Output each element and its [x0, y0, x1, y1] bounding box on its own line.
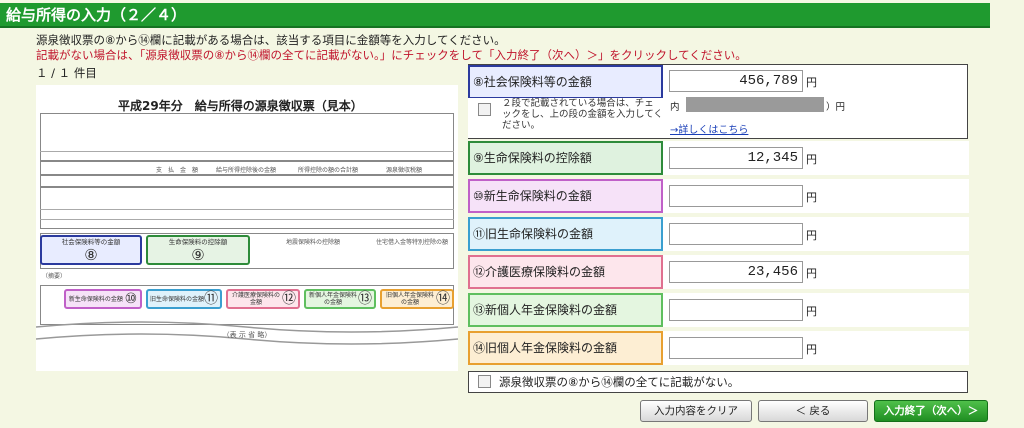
- amount-input-13[interactable]: [669, 299, 803, 321]
- amount-input-11[interactable]: [669, 223, 803, 245]
- sample-box-number: ⑬: [358, 291, 372, 307]
- sample-box-label: 社会保険料等の金額: [61, 238, 121, 246]
- sample-box-number: ⑩: [124, 291, 138, 307]
- sample-box-number: ⑨: [191, 246, 205, 264]
- instruction-text: 源泉徴収票の⑧から⑭欄に記載がある場合は、該当する項目に金額等を入力してください…: [36, 33, 506, 47]
- two-tier-label: ２段で記載されている場合は、チェックをし、上の段の金額を入力してください。: [502, 98, 663, 131]
- amount-input-14[interactable]: [669, 337, 803, 359]
- sample-label-jishin: 地震保険料の控除額: [286, 239, 341, 246]
- back-button[interactable]: ＜ 戻る: [758, 400, 868, 422]
- row-label-11: ⑪旧生命保険料の金額: [468, 217, 663, 251]
- sample-box-label: 新生命保険料の金額: [68, 295, 123, 303]
- sample-box-number: ⑫: [282, 291, 296, 307]
- sample-label-gensen: 源泉徴収税額: [386, 167, 423, 174]
- sample-box-label: 介護医療保険料の金額: [231, 292, 280, 306]
- yen-unit: 円: [806, 76, 817, 89]
- sample-label-shiharai: 支 払 金 額: [156, 167, 199, 174]
- sample-deduction-box: [40, 187, 454, 229]
- yen-unit: 円: [806, 153, 817, 166]
- sample-omitted-text: （表 示 省 略）: [222, 331, 272, 339]
- inner-suffix: ）円: [826, 102, 846, 113]
- next-button[interactable]: 入力終了（次へ）＞: [874, 400, 988, 422]
- two-tier-checkbox[interactable]: [478, 103, 491, 116]
- page-count: １ / １ 件目: [36, 66, 97, 80]
- yen-unit: 円: [806, 267, 817, 280]
- sample-line: [40, 219, 454, 220]
- sample-title: 平成29年分 給与所得の源泉徴収票（見本）: [118, 99, 363, 113]
- page-title: 給与所得の入力（２／４）: [0, 3, 990, 28]
- yen-unit: 円: [806, 191, 817, 204]
- row-label-9: ⑨生命保険料の控除額: [468, 141, 663, 175]
- no-entry-checkbox[interactable]: [478, 375, 491, 388]
- sample-box-8: 社会保険料等の金額 ⑧: [40, 235, 142, 265]
- sample-box-12: 介護医療保険料の金額 ⑫: [226, 289, 300, 309]
- no-entry-option: 源泉徴収票の⑧から⑭欄の全てに記載がない。: [468, 371, 968, 393]
- amount-input-8[interactable]: 456,789: [669, 70, 803, 92]
- sample-line: [40, 209, 454, 210]
- sample-label-jutaku: 住宅借入金等特別控除の額: [376, 239, 449, 246]
- sample-line: [40, 151, 454, 152]
- sample-box-10: 新生命保険料の金額 ⑩: [64, 289, 142, 309]
- sample-box-11: 旧生命保険料の金額 ⑪: [146, 289, 222, 309]
- sample-amount-row: [40, 175, 454, 187]
- sample-box-label: 旧生命保険料の金額: [150, 295, 205, 303]
- row-label-10: ⑩新生命保険料の金額: [468, 179, 663, 213]
- sample-box-label: 旧個人年金保険料の金額: [385, 292, 434, 306]
- clear-button[interactable]: 入力内容をクリア: [640, 400, 752, 422]
- yen-unit: 円: [806, 343, 817, 356]
- amount-input-9[interactable]: 12,345: [669, 147, 803, 169]
- sample-withholding-slip: 平成29年分 給与所得の源泉徴収票（見本） 支 払 金 額 給与所得控除後の金額…: [36, 85, 458, 371]
- sample-box-label: 新個人年金保険料の金額: [308, 292, 357, 306]
- row-label-8: ⑧社会保険料等の金額: [468, 65, 663, 99]
- sample-label-kyuyo: 給与所得控除後の金額: [216, 167, 277, 174]
- detail-link[interactable]: →詳しくはこちら: [670, 121, 748, 136]
- yen-unit: 円: [806, 305, 817, 318]
- instruction-warning: 記載がない場合は、「源泉徴収票の⑧から⑭欄の全てに記載がない。」にチェックをして…: [36, 48, 747, 62]
- inner-amount-input[interactable]: [686, 97, 824, 112]
- sample-box-14: 旧個人年金保険料の金額 ⑭: [380, 289, 454, 309]
- no-entry-label: 源泉徴収票の⑧から⑭欄の全てに記載がない。: [499, 375, 740, 389]
- row-label-13: ⑬新個人年金保険料の金額: [468, 293, 663, 327]
- sample-header-box: [40, 113, 454, 161]
- sample-box-label: 生命保険料の控除額: [168, 238, 228, 246]
- two-tier-section: ２段で記載されている場合は、チェックをし、上の段の金額を入力してください。: [468, 98, 663, 138]
- amount-input-10[interactable]: [669, 185, 803, 207]
- row-label-14: ⑭旧個人年金保険料の金額: [468, 331, 663, 365]
- sample-label-tekiyo: （摘要）: [42, 273, 67, 280]
- sample-label-shotoku: 所得控除の額の合計額: [298, 167, 359, 174]
- yen-unit: 円: [806, 229, 817, 242]
- sample-box-9: 生命保険料の控除額 ⑨: [146, 235, 250, 265]
- sample-box-number: ⑭: [436, 291, 450, 307]
- row-label-12: ⑫介護医療保険料の金額: [468, 255, 663, 289]
- amount-input-12[interactable]: 23,456: [669, 261, 803, 283]
- sample-box-number: ⑪: [204, 291, 218, 307]
- sample-box-13: 新個人年金保険料の金額 ⑬: [304, 289, 376, 309]
- sample-box-number: ⑧: [84, 246, 98, 264]
